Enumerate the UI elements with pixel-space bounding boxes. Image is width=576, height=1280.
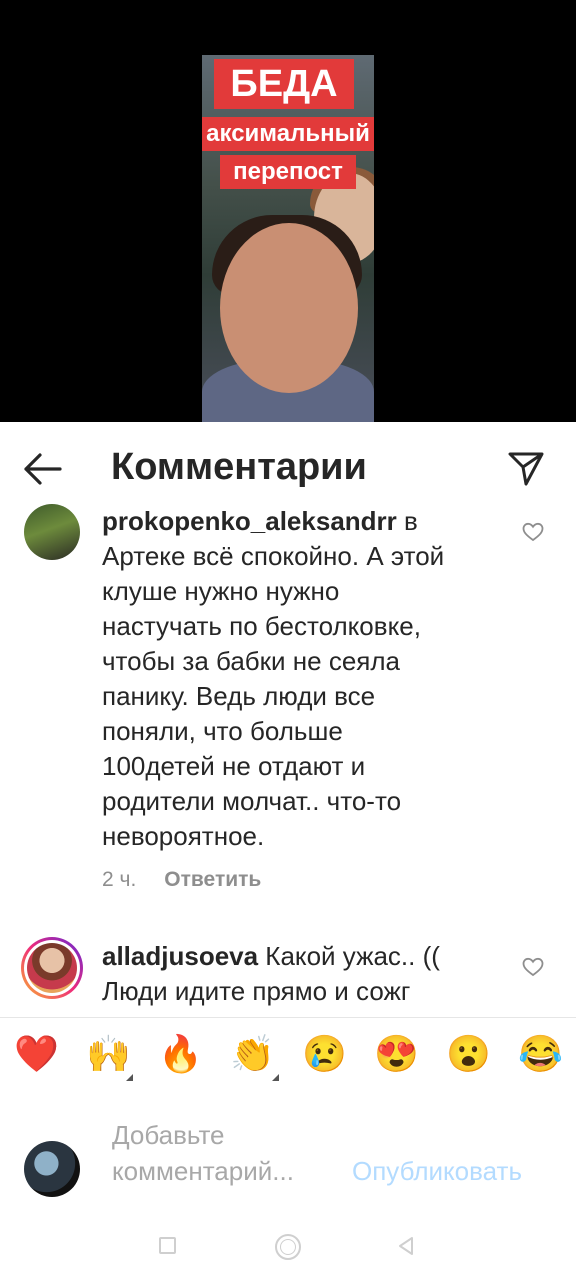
avatar-story-ring [24, 940, 80, 996]
skin-tone-indicator-icon [272, 1074, 279, 1081]
video-banner-line2: аксимальный [202, 117, 374, 151]
emoji-quick-bar: ❤️ 🙌 🔥 👏 😢 😍 😮 😂 [0, 1017, 576, 1095]
heart-emoji-icon[interactable]: ❤️ [14, 1032, 59, 1076]
like-heart-icon[interactable] [522, 522, 544, 542]
avatar [24, 1141, 80, 1197]
publish-button[interactable]: Опубликовать [352, 1153, 522, 1189]
heart-eyes-emoji-icon[interactable]: 😍 [374, 1032, 419, 1076]
send-icon[interactable] [506, 448, 546, 488]
video-banner-line3: перепост [220, 155, 356, 189]
recents-icon[interactable] [159, 1237, 176, 1254]
video-person-face [220, 223, 358, 393]
system-nav-bar [0, 1223, 576, 1280]
clapping-emoji-icon[interactable]: 👏 [230, 1032, 275, 1076]
fire-emoji-icon[interactable]: 🔥 [158, 1032, 203, 1076]
skin-tone-indicator-icon [126, 1074, 133, 1081]
video-banner-title: БЕДА [214, 59, 354, 109]
video-preview[interactable]: БЕДА аксимальный перепост [0, 0, 576, 422]
comment-meta: 2 ч. Ответить [102, 868, 289, 892]
avatar-photo [27, 943, 77, 993]
back-arrow-icon[interactable] [22, 452, 62, 486]
comment-body: prokopenko_aleksandrr в Артеке всё споко… [102, 504, 462, 854]
page-title: Комментарии [111, 446, 367, 488]
video-frame[interactable]: БЕДА аксимальный перепост [202, 55, 374, 422]
comment-username[interactable]: prokopenko_aleksandrr [102, 506, 397, 536]
like-heart-icon[interactable] [522, 957, 544, 977]
comment-compose: Добавьте комментарий... Опубликовать [0, 1093, 576, 1223]
comment-time: 2 ч. [102, 868, 137, 891]
comments-header: Комментарии [0, 422, 576, 512]
home-icon[interactable] [275, 1234, 301, 1260]
laughing-emoji-icon[interactable]: 😂 [518, 1032, 563, 1076]
avatar[interactable] [21, 937, 83, 999]
comment-item: prokopenko_aleksandrr в Артеке всё споко… [0, 500, 576, 910]
back-triangle-icon[interactable] [396, 1235, 416, 1257]
reply-button[interactable]: Ответить [164, 868, 261, 891]
comment-input[interactable]: Добавьте комментарий... [112, 1117, 342, 1189]
comment-item: alladjusoeva Какой ужас.. (( Люди идите … [0, 935, 576, 1025]
comment-username[interactable]: alladjusoeva [102, 941, 258, 971]
comment-body: alladjusoeva Какой ужас.. (( Люди идите … [102, 939, 462, 1009]
raised-hands-emoji-icon[interactable]: 🙌 [86, 1032, 131, 1076]
surprised-emoji-icon[interactable]: 😮 [446, 1032, 491, 1076]
crying-emoji-icon[interactable]: 😢 [302, 1032, 347, 1076]
comment-text: в Артеке всё спокойно. А этой клуше нужн… [102, 506, 445, 851]
avatar[interactable] [24, 504, 80, 560]
